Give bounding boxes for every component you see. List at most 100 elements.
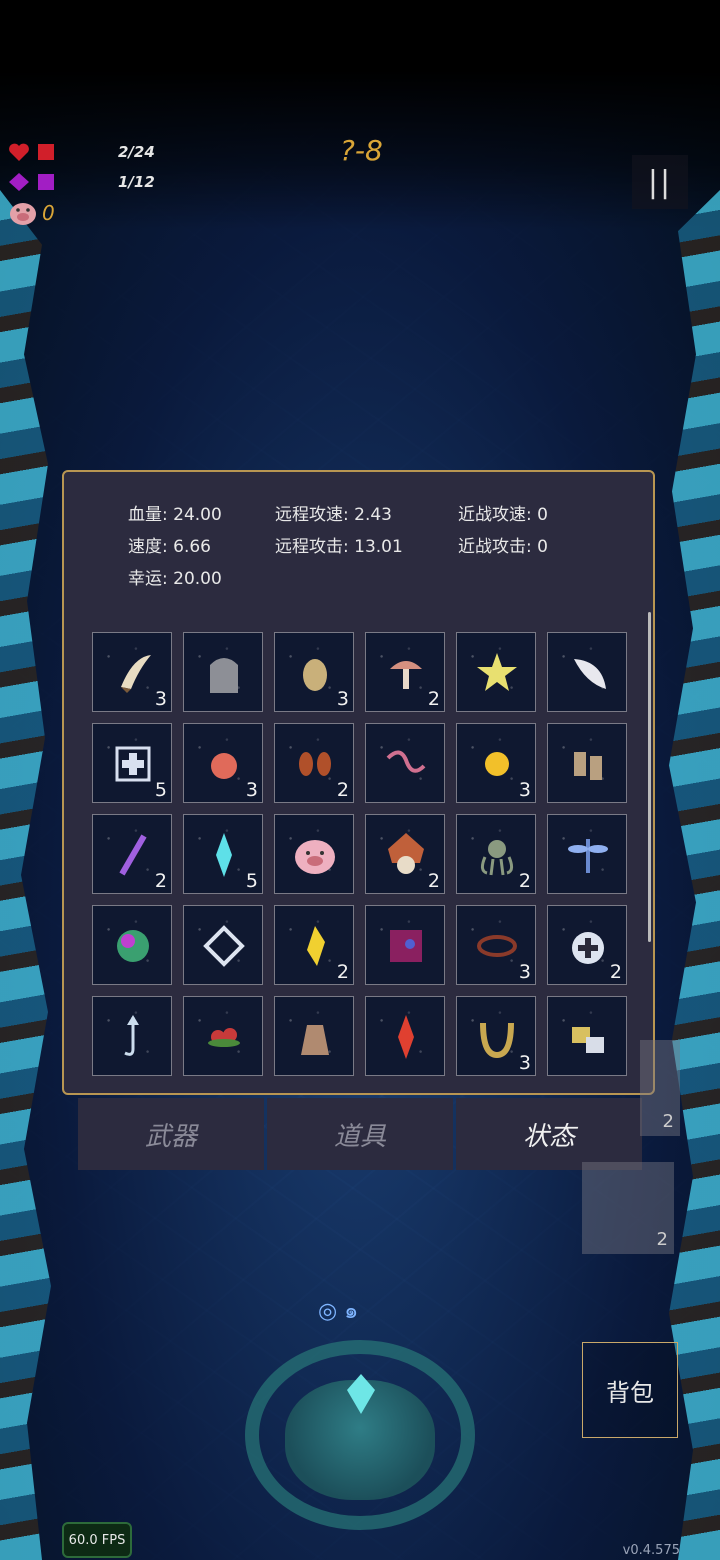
coin-count: 0 xyxy=(42,201,55,225)
red-crystal-icon xyxy=(398,1015,414,1059)
item-slot[interactable] xyxy=(183,905,263,985)
feather-icon xyxy=(574,659,606,689)
item-slot[interactable]: 3 xyxy=(274,632,354,712)
item-slot[interactable]: 3 xyxy=(92,632,172,712)
item-slot[interactable]: 2 xyxy=(365,814,445,894)
mana-value: 1/12 xyxy=(118,173,155,191)
mana-diamond-icon xyxy=(9,173,29,191)
item-slot[interactable]: 2 xyxy=(365,632,445,712)
stat-ranged-attack: 远程攻击: 13.01 xyxy=(275,537,403,557)
rainbow-orb-icon xyxy=(117,930,149,962)
item-slot[interactable]: 2 xyxy=(274,905,354,985)
star-icon xyxy=(477,653,517,691)
item-count: 3 xyxy=(245,779,258,801)
pause-icon: || xyxy=(647,164,673,200)
item-slot[interactable] xyxy=(547,723,627,803)
item-slot[interactable]: 3 xyxy=(456,905,536,985)
dragonfly-icon xyxy=(568,839,608,873)
item-slot[interactable]: 2 xyxy=(456,814,536,894)
tombstone-icon xyxy=(210,658,238,693)
egg-icon xyxy=(303,659,327,691)
hp-row xyxy=(8,142,54,162)
stat-melee-speed: 近战攻速: 0 xyxy=(458,505,548,525)
tab-bar: 武器 道具 状态 xyxy=(78,1098,642,1170)
backpack-button[interactable]: 背包 xyxy=(582,1342,678,1438)
item-slot[interactable]: 3 xyxy=(456,723,536,803)
tab-props[interactable]: 道具 xyxy=(267,1098,453,1170)
sack-icon xyxy=(301,1025,329,1055)
stat-hp: 血量: 24.00 xyxy=(128,505,222,525)
tribal-mask-icon xyxy=(388,833,424,874)
wand-icon xyxy=(119,834,147,876)
item-count: 3 xyxy=(518,779,531,801)
item-count: 2 xyxy=(336,779,349,801)
ghost-card-1: 2 xyxy=(640,1040,680,1136)
item-slot[interactable] xyxy=(92,905,172,985)
item-slot[interactable]: 5 xyxy=(183,814,263,894)
item-slot[interactable] xyxy=(92,996,172,1076)
sun-orb-icon xyxy=(485,752,509,776)
crystal-shard-icon xyxy=(216,833,232,877)
hp-bar-segment xyxy=(38,144,54,160)
fang-icon xyxy=(121,655,151,693)
stat-speed: 速度: 6.66 xyxy=(128,537,211,557)
hook-icon xyxy=(124,1015,139,1056)
piggy-bank-icon xyxy=(295,840,335,874)
item-slot[interactable]: 3 xyxy=(183,723,263,803)
item-count: 2 xyxy=(609,961,622,983)
mana-row xyxy=(8,172,54,192)
octopus-icon xyxy=(480,840,514,876)
item-slot[interactable]: 2 xyxy=(274,723,354,803)
heart-icon xyxy=(9,143,29,161)
item-slot[interactable] xyxy=(274,814,354,894)
mana-bar-segment xyxy=(38,174,54,190)
item-slot[interactable]: 2 xyxy=(92,814,172,894)
pig-coin-icon xyxy=(10,203,36,225)
hp-value: 2/24 xyxy=(118,143,155,161)
spellbook-icon xyxy=(390,930,422,962)
item-count: 3 xyxy=(154,688,167,710)
stat-luck: 幸运: 20.00 xyxy=(128,569,222,589)
pause-button[interactable]: || xyxy=(632,155,688,209)
first-aid-icon xyxy=(115,746,151,782)
stat-ranged-speed: 远程攻速: 2.43 xyxy=(275,505,392,525)
diamond-tile-icon xyxy=(203,925,245,967)
berries-icon xyxy=(208,1028,240,1047)
item-scrollbar[interactable] xyxy=(648,612,651,942)
item-slot[interactable]: 5 xyxy=(92,723,172,803)
item-count: 2 xyxy=(518,870,531,892)
tab-weapons[interactable]: 武器 xyxy=(78,1098,264,1170)
item-slot[interactable] xyxy=(365,996,445,1076)
item-slot[interactable] xyxy=(365,723,445,803)
kidneys-icon xyxy=(299,752,331,776)
item-count: 3 xyxy=(518,1052,531,1074)
item-slot[interactable] xyxy=(365,905,445,985)
yellow-gem-icon xyxy=(307,926,325,966)
item-count: 3 xyxy=(336,688,349,710)
medal-ring-icon xyxy=(572,932,604,964)
item-slot[interactable]: 2 xyxy=(547,905,627,985)
item-count: 5 xyxy=(154,779,167,801)
fps-counter: 60.0 FPS xyxy=(62,1522,132,1558)
item-slot[interactable] xyxy=(274,996,354,1076)
item-slot[interactable] xyxy=(547,814,627,894)
item-slot[interactable] xyxy=(547,996,627,1076)
thorn-crown-icon xyxy=(477,935,517,957)
boots-icon xyxy=(574,752,602,780)
coin-row: 0 xyxy=(8,199,55,227)
level-indicator: ?-8 xyxy=(340,134,383,167)
mushroom-icon xyxy=(390,661,422,689)
item-slot[interactable]: 3 xyxy=(456,996,536,1076)
item-count: 3 xyxy=(518,961,531,983)
tab-status[interactable]: 状态 xyxy=(456,1098,642,1170)
item-slot[interactable] xyxy=(547,632,627,712)
status-panel: 血量: 24.00 速度: 6.66 幸运: 20.00 远程攻速: 2.43 … xyxy=(62,470,655,1095)
item-count: 2 xyxy=(154,870,167,892)
ghost-card-2: 2 xyxy=(582,1162,674,1254)
horseshoe-icon xyxy=(480,1022,514,1059)
item-slot[interactable] xyxy=(183,996,263,1076)
item-slot[interactable] xyxy=(456,632,536,712)
item-slot[interactable] xyxy=(183,632,263,712)
item-count: 2 xyxy=(427,870,440,892)
item-count: 2 xyxy=(427,688,440,710)
